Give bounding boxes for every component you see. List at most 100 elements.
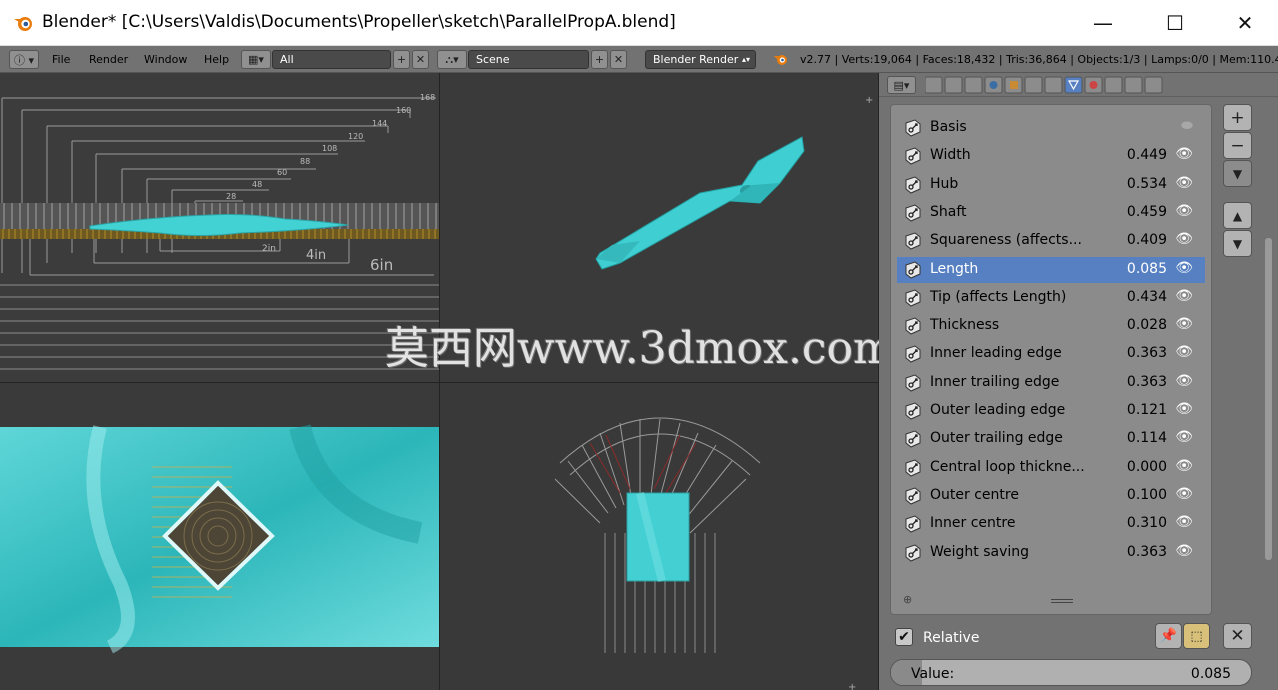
list-resize-handle[interactable] — [1051, 599, 1073, 603]
shape-key-row[interactable]: Length 0.085 👁 — [897, 256, 1205, 283]
eye-icon[interactable]: 👁 — [1175, 316, 1193, 332]
mute-toggle-icon[interactable]: ⬬ — [1181, 118, 1193, 134]
eye-icon[interactable]: 👁 — [1175, 373, 1193, 389]
shape-key-name[interactable]: Length — [930, 261, 978, 277]
shape-key-specials-button[interactable]: ▼ — [1223, 160, 1252, 187]
shape-key-list[interactable]: Basis ⬬ Width 0.449 👁 Hub 0.534 👁 Shaft 0.459 👁 Squ… — [890, 104, 1212, 615]
scrollbar[interactable] — [1265, 238, 1272, 560]
shape-key-name[interactable]: Weight saving — [930, 544, 1029, 560]
shape-key-value[interactable]: 0.363 — [1127, 544, 1167, 560]
relative-checkbox[interactable]: ✔ — [895, 628, 913, 646]
shape-key-name[interactable]: Hub — [930, 176, 958, 192]
shape-key-name[interactable]: Outer trailing edge — [930, 430, 1063, 446]
value-slider[interactable]: Value: 0.085 — [890, 659, 1252, 686]
shape-key-value[interactable]: 0.100 — [1127, 487, 1167, 503]
menu-help[interactable]: Help — [204, 53, 229, 66]
menu-file[interactable]: File — [52, 53, 70, 66]
move-up-button[interactable]: ▲ — [1223, 202, 1252, 229]
shape-key-row[interactable]: Thickness 0.028 👁 — [897, 313, 1205, 339]
eye-icon[interactable]: 👁 — [1175, 458, 1193, 474]
clear-shape-button[interactable]: ✕ — [1223, 623, 1252, 649]
shape-key-name[interactable]: Shaft — [930, 204, 967, 220]
shape-key-name[interactable]: Outer centre — [930, 487, 1019, 503]
shape-key-name[interactable]: Width — [930, 147, 971, 163]
shape-key-row[interactable]: Inner leading edge 0.363 👁 — [897, 341, 1205, 367]
menu-render[interactable]: Render — [89, 53, 128, 66]
shape-key-name[interactable]: Inner centre — [930, 515, 1015, 531]
eye-icon[interactable]: 👁 — [1175, 203, 1193, 219]
eye-icon[interactable]: 👁 — [1175, 146, 1193, 162]
shape-key-row[interactable]: Weight saving 0.363 👁 — [897, 540, 1205, 566]
shape-key-row[interactable]: Hub 0.534 👁 — [897, 172, 1205, 198]
shape-key-name[interactable]: Basis — [930, 119, 967, 135]
eye-icon[interactable]: 👁 — [1175, 429, 1193, 445]
shape-key-name[interactable]: Tip (affects Length) — [930, 289, 1066, 305]
shape-key-name[interactable]: Inner trailing edge — [930, 374, 1059, 390]
shape-key-row[interactable]: Basis ⬬ — [897, 115, 1205, 141]
shape-key-value[interactable]: 0.121 — [1127, 402, 1167, 418]
eye-icon[interactable]: 👁 — [1175, 175, 1193, 191]
eye-icon[interactable]: 👁 — [1175, 344, 1193, 360]
close-window-button[interactable]: ✕ — [1210, 0, 1278, 46]
add-scene-button[interactable]: + — [591, 50, 608, 69]
viewport-side[interactable]: + — [440, 383, 878, 690]
shape-key-name[interactable]: Inner leading edge — [930, 345, 1062, 361]
editor-type-button[interactable]: ▤▾ — [887, 76, 916, 94]
filter-options-icon[interactable]: ⊕ — [903, 593, 912, 606]
menu-window[interactable]: Window — [144, 53, 187, 66]
viewport-top-closeup[interactable] — [0, 383, 439, 690]
eye-icon[interactable]: 👁 — [1175, 401, 1193, 417]
screen-layout-button[interactable]: ▦▾ — [241, 50, 271, 69]
shape-key-value[interactable]: 0.310 — [1127, 515, 1167, 531]
shape-key-value[interactable]: 0.409 — [1127, 232, 1167, 248]
shape-key-value[interactable]: 0.363 — [1127, 374, 1167, 390]
viewport-front[interactable]: 168 160 144 120 108 88 60 48 28 2in 4in … — [0, 73, 439, 382]
eye-icon[interactable]: 👁 — [1175, 514, 1193, 530]
add-shape-key-button[interactable]: + — [1223, 104, 1252, 131]
shape-key-row[interactable]: Inner trailing edge 0.363 👁 — [897, 370, 1205, 396]
remove-scene-button[interactable]: ✕ — [610, 50, 627, 69]
remove-screen-button[interactable]: ✕ — [412, 50, 429, 69]
pin-shape-key-button[interactable]: 📌 — [1155, 623, 1182, 649]
remove-shape-key-button[interactable]: − — [1223, 132, 1252, 159]
shape-key-row[interactable]: Shaft 0.459 👁 — [897, 200, 1205, 226]
maximize-button[interactable]: ☐ — [1140, 0, 1210, 46]
shape-key-value[interactable]: 0.114 — [1127, 430, 1167, 446]
eye-icon[interactable]: 👁 — [1175, 288, 1193, 304]
shape-key-value[interactable]: 0.085 — [1127, 261, 1167, 277]
shape-key-row[interactable]: Width 0.449 👁 — [897, 143, 1205, 169]
render-engine-select[interactable]: Blender Render ▴▾ — [645, 50, 756, 69]
viewport-divider-horizontal[interactable] — [0, 382, 878, 383]
eye-icon[interactable]: 👁 — [1175, 231, 1193, 247]
shape-key-row[interactable]: Inner centre 0.310 👁 — [897, 511, 1205, 537]
shape-key-name[interactable]: Central loop thickne... — [930, 459, 1085, 475]
shape-key-row[interactable]: Tip (affects Length) 0.434 👁 — [897, 285, 1205, 311]
shape-key-name[interactable]: Thickness — [930, 317, 999, 333]
shape-key-value[interactable]: 0.449 — [1127, 147, 1167, 163]
eye-icon[interactable]: 👁 — [1175, 486, 1193, 502]
eye-icon[interactable]: 👁 — [1175, 260, 1193, 276]
shape-key-name[interactable]: Outer leading edge — [930, 402, 1065, 418]
shape-key-value[interactable]: 0.459 — [1127, 204, 1167, 220]
shape-key-row[interactable]: Outer trailing edge 0.114 👁 — [897, 426, 1205, 452]
move-down-button[interactable]: ▼ — [1223, 230, 1252, 257]
minimize-button[interactable]: — — [1068, 0, 1138, 46]
shape-key-value[interactable]: 0.028 — [1127, 317, 1167, 333]
shape-key-row[interactable]: Central loop thickne... 0.000 👁 — [897, 455, 1205, 481]
add-screen-button[interactable]: + — [393, 50, 410, 69]
shape-key-row[interactable]: Squareness (affects... 0.409 👁 — [897, 228, 1205, 254]
shape-key-row[interactable]: Outer leading edge 0.121 👁 — [897, 398, 1205, 424]
scene-button[interactable]: ⛬▾ — [437, 50, 467, 69]
shape-key-value[interactable]: 0.534 — [1127, 176, 1167, 192]
shape-key-row[interactable]: Outer centre 0.100 👁 — [897, 483, 1205, 509]
eye-icon[interactable]: 👁 — [1175, 543, 1193, 559]
shape-key-value[interactable]: 0.434 — [1127, 289, 1167, 305]
viewport-perspective[interactable]: + — [440, 73, 878, 382]
editor-type-button[interactable]: ⓘ ▾ — [9, 50, 39, 69]
screen-layout-field[interactable]: All — [272, 50, 391, 69]
shape-key-value[interactable]: 0.363 — [1127, 345, 1167, 361]
shape-key-value[interactable]: 0.000 — [1127, 459, 1167, 475]
edit-mode-shape-button[interactable]: ⬚ — [1183, 623, 1210, 649]
shape-key-name[interactable]: Squareness (affects... — [930, 232, 1082, 248]
scene-field[interactable]: Scene — [468, 50, 589, 69]
